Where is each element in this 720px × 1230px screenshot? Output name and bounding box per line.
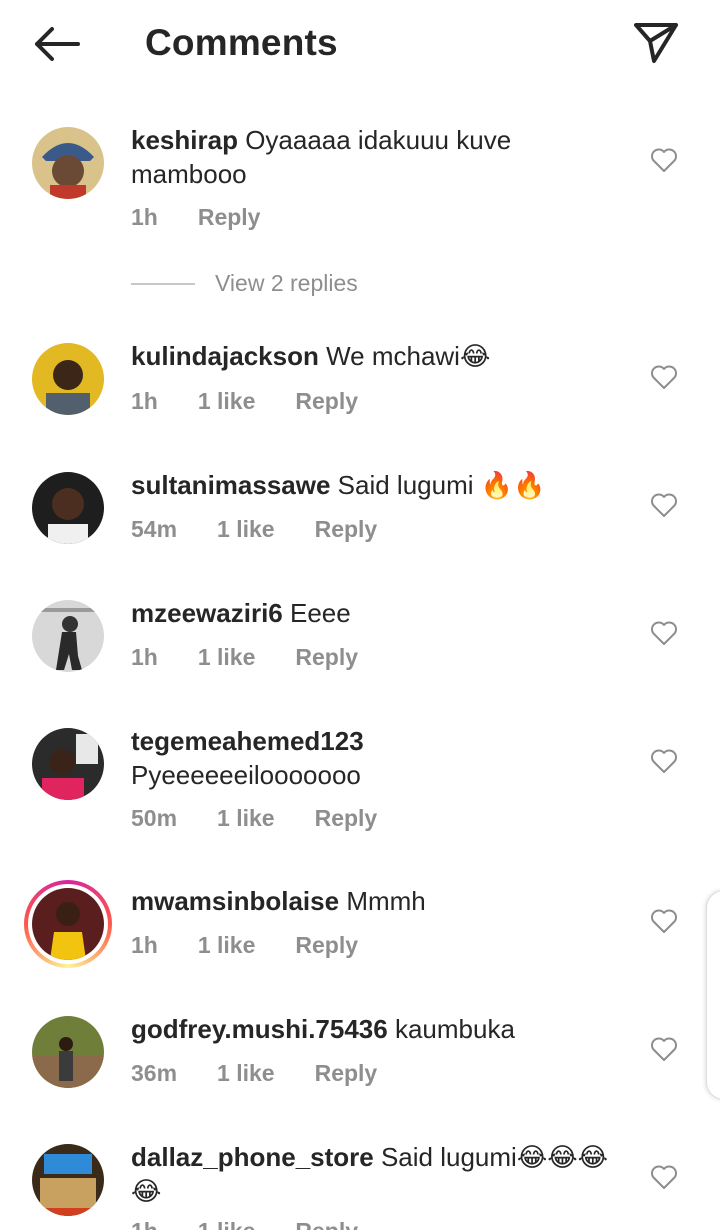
comment-time: 1h — [131, 1218, 158, 1230]
back-button[interactable] — [30, 22, 82, 66]
comment-text: Eeee — [289, 598, 351, 628]
reply-button[interactable]: Reply — [295, 388, 358, 415]
avatar[interactable] — [32, 600, 104, 672]
comment-text: Pyeeeeeeilooooooo — [131, 760, 361, 790]
comment-likes[interactable]: 1 like — [198, 644, 256, 671]
comment-time: 1h — [131, 388, 158, 414]
comment-time: 54m — [131, 516, 178, 542]
comment-username[interactable]: mwamsinbolaise — [131, 886, 339, 916]
comment-likes[interactable]: 1 like — [217, 805, 275, 832]
comment-text: Mmmh — [346, 886, 426, 916]
comment-username[interactable]: mzeewaziri6 — [131, 598, 283, 628]
share-button[interactable] — [630, 18, 682, 68]
comment-username[interactable]: tegemeahemed123 — [131, 726, 364, 756]
reply-button[interactable]: Reply — [315, 516, 378, 543]
comment-text: kaumbuka — [394, 1014, 515, 1044]
paper-plane-icon — [634, 23, 678, 63]
reply-button[interactable]: Reply — [198, 204, 261, 231]
view-replies-label: View 2 replies — [215, 270, 358, 296]
avatar — [32, 888, 104, 960]
edge-panel-handle[interactable] — [706, 890, 720, 1100]
comment-likes[interactable]: 1 like — [217, 1060, 275, 1087]
comment-likes[interactable]: 1 like — [198, 388, 256, 415]
view-replies-button[interactable]: View 2 replies — [131, 270, 358, 297]
comment-time: 1h — [131, 204, 158, 230]
comment-time: 50m — [131, 805, 178, 831]
heart-icon[interactable] — [650, 908, 678, 934]
reply-button[interactable]: Reply — [315, 805, 378, 832]
comment-likes[interactable]: 1 like — [198, 1218, 256, 1230]
heart-icon[interactable] — [650, 1164, 678, 1190]
heart-icon[interactable] — [650, 147, 678, 173]
story-avatar[interactable] — [24, 880, 112, 968]
reply-button[interactable]: Reply — [295, 1218, 358, 1230]
avatar[interactable] — [32, 127, 104, 199]
comment-username[interactable]: sultanimassawe — [131, 470, 330, 500]
heart-icon[interactable] — [650, 364, 678, 390]
comment-username[interactable]: kulindajackson — [131, 341, 319, 371]
reply-button[interactable]: Reply — [315, 1060, 378, 1087]
avatar[interactable] — [32, 1144, 104, 1216]
comment-likes[interactable]: 1 like — [217, 516, 275, 543]
reply-button[interactable]: Reply — [295, 932, 358, 959]
comment-username[interactable]: godfrey.mushi.75436 — [131, 1014, 388, 1044]
comment-time: 1h — [131, 932, 158, 958]
comment-username[interactable]: dallaz_phone_store — [131, 1142, 374, 1172]
avatar[interactable] — [32, 343, 104, 415]
avatar[interactable] — [32, 472, 104, 544]
comment-text: Said lugumi 🔥🔥 — [337, 470, 546, 500]
comment-likes[interactable]: 1 like — [198, 932, 256, 959]
comment-text: We mchawi😂 — [326, 341, 491, 371]
arrow-left-icon — [35, 27, 80, 61]
comment-time: 1h — [131, 644, 158, 670]
top-bar: Comments — [0, 0, 720, 90]
comment-username[interactable]: keshirap — [131, 125, 238, 155]
page-title: Comments — [145, 22, 338, 63]
heart-icon[interactable] — [650, 1036, 678, 1062]
reply-button[interactable]: Reply — [295, 644, 358, 671]
heart-icon[interactable] — [650, 492, 678, 518]
avatar[interactable] — [32, 728, 104, 800]
avatar[interactable] — [32, 1016, 104, 1088]
heart-icon[interactable] — [650, 748, 678, 774]
divider — [131, 282, 195, 285]
comment-time: 36m — [131, 1060, 178, 1086]
heart-icon[interactable] — [650, 620, 678, 646]
